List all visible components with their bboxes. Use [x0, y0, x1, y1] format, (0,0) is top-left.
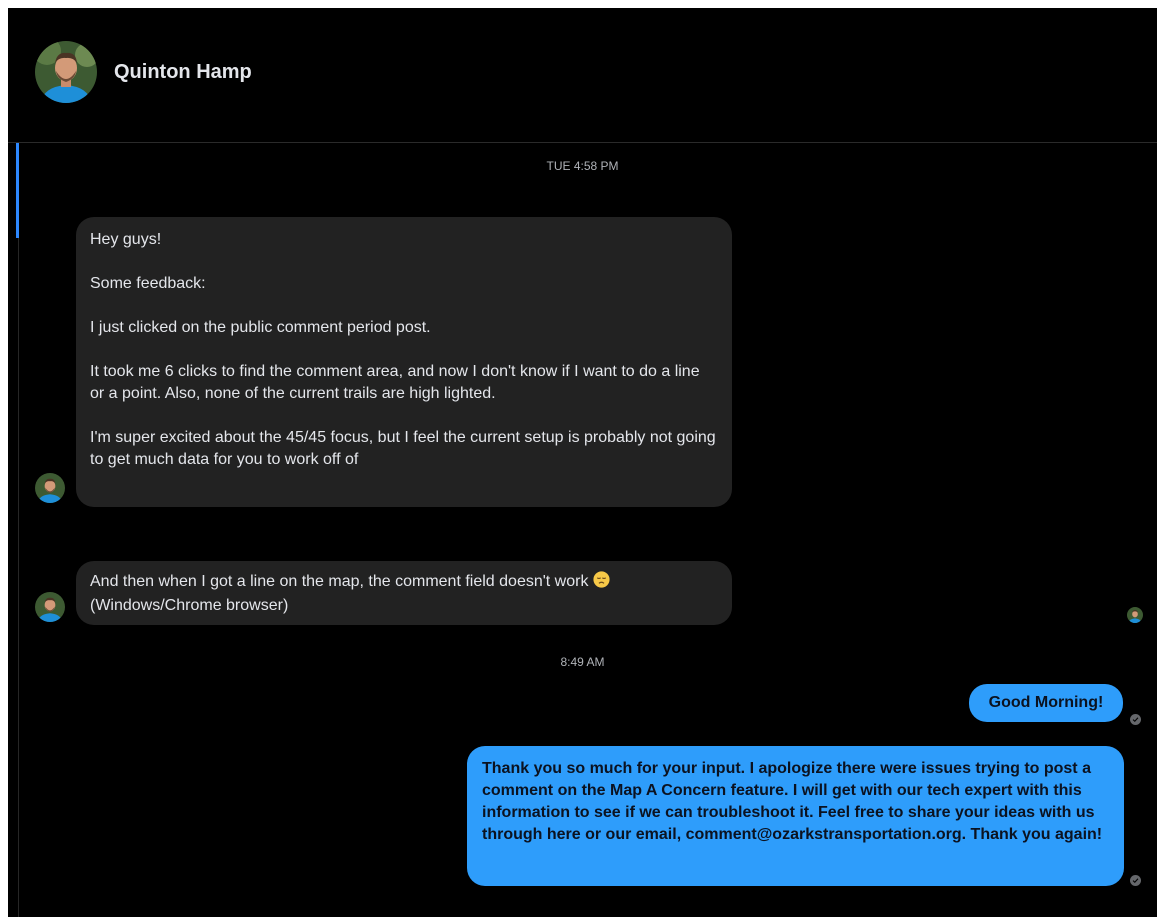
sender-avatar[interactable]: [35, 592, 65, 622]
message-paragraph: Hey guys!: [90, 231, 162, 248]
chat-window: Quinton Hamp TUE 4:58 PM Hey guys! Some …: [8, 8, 1157, 917]
incoming-message[interactable]: Hey guys! Some feedback: I just clicked …: [76, 217, 732, 507]
conversation-header: Quinton Hamp: [8, 8, 1157, 143]
message-text: Thank you so much for your input. I apol…: [482, 760, 1103, 843]
seen-receipt-avatar: [1127, 607, 1143, 623]
message-text: (Windows/Chrome browser): [90, 597, 289, 614]
message-paragraph: I'm super excited about the 45/45 focus,…: [90, 429, 721, 468]
message-text: Good Morning!: [988, 694, 1104, 711]
message-thread: TUE 4:58 PM Hey guys! Some feedback: I j…: [8, 143, 1157, 917]
sent-check-icon: [1130, 714, 1141, 725]
sent-check-icon: [1130, 875, 1141, 886]
timestamp: 8:49 AM: [560, 655, 605, 669]
message-paragraph: I just clicked on the public comment per…: [90, 319, 431, 336]
message-paragraph: Some feedback:: [90, 275, 206, 292]
message-text: And then when I got a line on the map, t…: [90, 573, 589, 590]
message-paragraph: It took me 6 clicks to find the comment …: [90, 363, 705, 402]
incoming-message[interactable]: And then when I got a line on the map, t…: [76, 561, 732, 625]
scroll-indicator[interactable]: [16, 143, 19, 238]
outgoing-message[interactable]: Good Morning!: [969, 684, 1123, 722]
contact-name[interactable]: Quinton Hamp: [114, 61, 252, 84]
thread-divider: [18, 238, 19, 917]
disappointed-face-emoji-icon: [593, 571, 610, 595]
contact-avatar[interactable]: [35, 41, 97, 103]
outgoing-message[interactable]: Thank you so much for your input. I apol…: [467, 746, 1124, 886]
sender-avatar[interactable]: [35, 473, 65, 503]
timestamp: TUE 4:58 PM: [546, 159, 619, 173]
